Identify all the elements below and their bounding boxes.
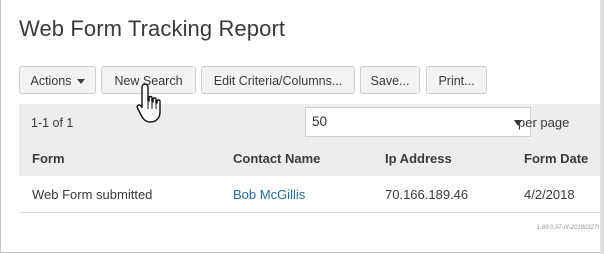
print-button[interactable]: Print... (426, 66, 487, 94)
column-header-form[interactable]: Form (32, 151, 65, 166)
result-count: 1-1 of 1 (31, 116, 74, 130)
table-row: Web Form submitted Bob McGillis 70.166.1… (19, 176, 601, 213)
save-button[interactable]: Save... (360, 66, 420, 94)
column-header-ip-address[interactable]: Ip Address (385, 151, 452, 166)
cell-form-date: 4/2/2018 (524, 187, 575, 202)
window-edge-shadow (600, 0, 604, 254)
actions-button[interactable]: Actions (19, 66, 96, 94)
page-title: Web Form Tracking Report (19, 16, 286, 41)
cell-form: Web Form submitted (32, 187, 153, 202)
edit-criteria-columns-button[interactable]: Edit Criteria/Columns... (201, 66, 355, 94)
version-string: 1.69.0.97-rif-20180327t (536, 225, 599, 231)
column-header-form-date[interactable]: Form Date (524, 151, 588, 166)
save-label: Save... (370, 74, 410, 88)
per-page-label: per page (518, 115, 570, 130)
actions-button-label: Actions (30, 74, 72, 88)
edit-criteria-label: Edit Criteria/Columns... (213, 74, 343, 88)
column-header-contact-name[interactable]: Contact Name (233, 151, 320, 166)
cell-ip-address: 70.166.189.46 (385, 187, 469, 202)
per-page-select[interactable]: 50 (305, 107, 531, 137)
results-header-band: 1-1 of 1 50 per page Form Contact Name I… (19, 104, 601, 176)
hand-pointer-icon (136, 83, 161, 123)
report-panel: Web Form Tracking Report Actions New Sea… (0, 0, 604, 253)
print-label: Print... (438, 74, 475, 88)
per-page-value: 50 (312, 114, 328, 129)
contact-name-link[interactable]: Bob McGillis (233, 187, 305, 202)
caret-down-icon (76, 79, 85, 85)
